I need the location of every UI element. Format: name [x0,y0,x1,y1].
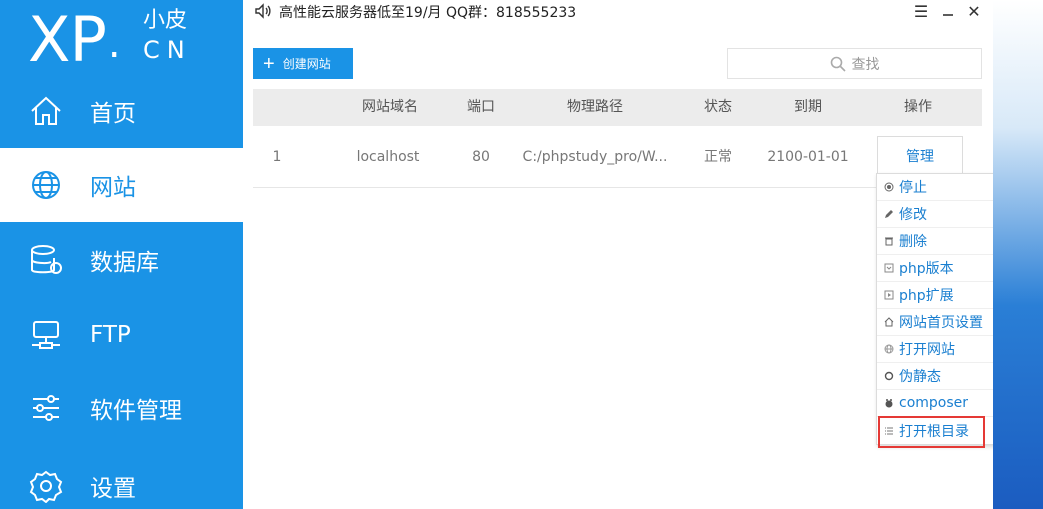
menu-item-label: php版本 [899,261,954,277]
database-icon [28,242,64,278]
close-icon[interactable]: ✕ [963,0,985,22]
home-icon [28,93,64,129]
minimize-icon[interactable] [937,0,959,22]
column-header-domain: 网站域名 [362,99,418,115]
logo: XP . [28,0,121,76]
column-header-port: 端口 [467,99,495,115]
menu-item-label: 修改 [899,207,927,223]
row-domain: localhost [356,149,420,165]
menu-item-label: php扩展 [899,288,954,304]
sidebar-item-website[interactable]: 网站 [0,148,243,222]
sidebar-item-label: 首页 [90,101,136,127]
column-header-expiry: 到期 [794,99,822,115]
menu-item-stop[interactable]: 停止 [877,174,1002,201]
menu-item-label: composer [899,395,969,411]
composer-icon [883,398,894,409]
menu-item-rewrite[interactable]: 伪静态 [877,363,1002,390]
sidebar-item-software[interactable]: 软件管理 [0,371,243,445]
row-status: 正常 [704,149,732,165]
sidebar-item-label: FTP [90,322,131,348]
menu-item-composer[interactable]: composer [877,390,1002,417]
sidebar-item-label: 设置 [90,476,136,502]
row-index: 1 [272,149,282,165]
row-port: 80 [472,149,490,165]
manage-button[interactable]: 管理 [877,136,963,176]
sidebar-item-label: 数据库 [90,250,159,276]
title-bar: 高性能云服务器低至19/月 QQ群：818555233 ☰ ✕ [243,0,993,22]
trash-icon [883,236,894,247]
sidebar-item-ftp[interactable]: FTP [0,298,243,372]
logo-cn: CN [143,36,192,64]
create-website-button[interactable]: + 创建网站 [253,48,353,79]
column-header-action: 操作 [904,99,932,115]
table-row[interactable]: 1 localhost 80 C:/phpstudy_pro/W... 正常 2… [253,126,982,188]
ad-banner-text[interactable]: 高性能云服务器低至19/月 QQ群：818555233 [279,2,576,22]
stop-icon [883,182,894,193]
sidebar-item-label: 软件管理 [90,398,182,424]
menu-item-delete[interactable]: 删除 [877,228,1002,255]
sidebar-item-settings[interactable]: 设置 [0,449,243,509]
row-path: C:/phpstudy_pro/W... [522,149,668,165]
search-input[interactable]: 查找 [727,48,982,79]
column-header-path: 物理路径 [567,99,623,115]
menu-item-homepage-settings[interactable]: 网站首页设置 [877,309,1002,336]
table-header: 网站域名 端口 物理路径 状态 到期 操作 [253,89,982,126]
create-website-label: 创建网站 [282,57,331,71]
menu-item-php-extension[interactable]: php扩展 [877,282,1002,309]
globe-icon [28,167,64,203]
plus-icon: + [263,52,275,75]
sidebar: XP . 小皮 CN 首页 网站 数据库 FTP 软件管理 设置 [0,0,243,509]
logo-xp: XP [28,3,107,76]
menu-item-label: 伪静态 [899,369,941,385]
sliders-icon [28,390,64,426]
globe-small-icon [883,344,894,355]
menu-item-label: 网站首页设置 [899,315,983,331]
sidebar-item-home[interactable]: 首页 [0,74,243,148]
ftp-icon [28,317,64,353]
speaker-icon [254,2,272,24]
logo-xiaopi: 小皮 [143,8,188,33]
php-version-icon [883,263,894,274]
menu-item-php-version[interactable]: php版本 [877,255,1002,282]
menu-icon[interactable]: ☰ [910,0,932,22]
row-expiry: 2100-01-01 [767,149,849,165]
menu-item-label: 打开网站 [899,342,955,358]
highlight-annotation-box [878,416,985,448]
menu-item-label: 删除 [899,234,927,250]
column-header-status: 状态 [704,99,732,115]
manage-dropdown-menu: 停止 修改 删除 php版本 php扩展 网站首页设置 打开网站 伪静态 com… [876,173,1003,445]
menu-item-edit[interactable]: 修改 [877,201,1002,228]
edit-icon [883,209,894,220]
logo-right: 小皮 CN [115,0,205,70]
menu-item-open-website[interactable]: 打开网站 [877,336,1002,363]
search-placeholder: 查找 [851,56,880,73]
desktop-background [993,0,1043,509]
gear-icon [28,468,64,504]
sidebar-item-label: 网站 [90,175,136,201]
home-small-icon [883,317,894,328]
php-extension-icon [883,290,894,301]
search-icon [830,56,846,72]
menu-item-label: 停止 [899,180,927,196]
rewrite-icon [883,371,894,382]
sidebar-item-database[interactable]: 数据库 [0,223,243,297]
